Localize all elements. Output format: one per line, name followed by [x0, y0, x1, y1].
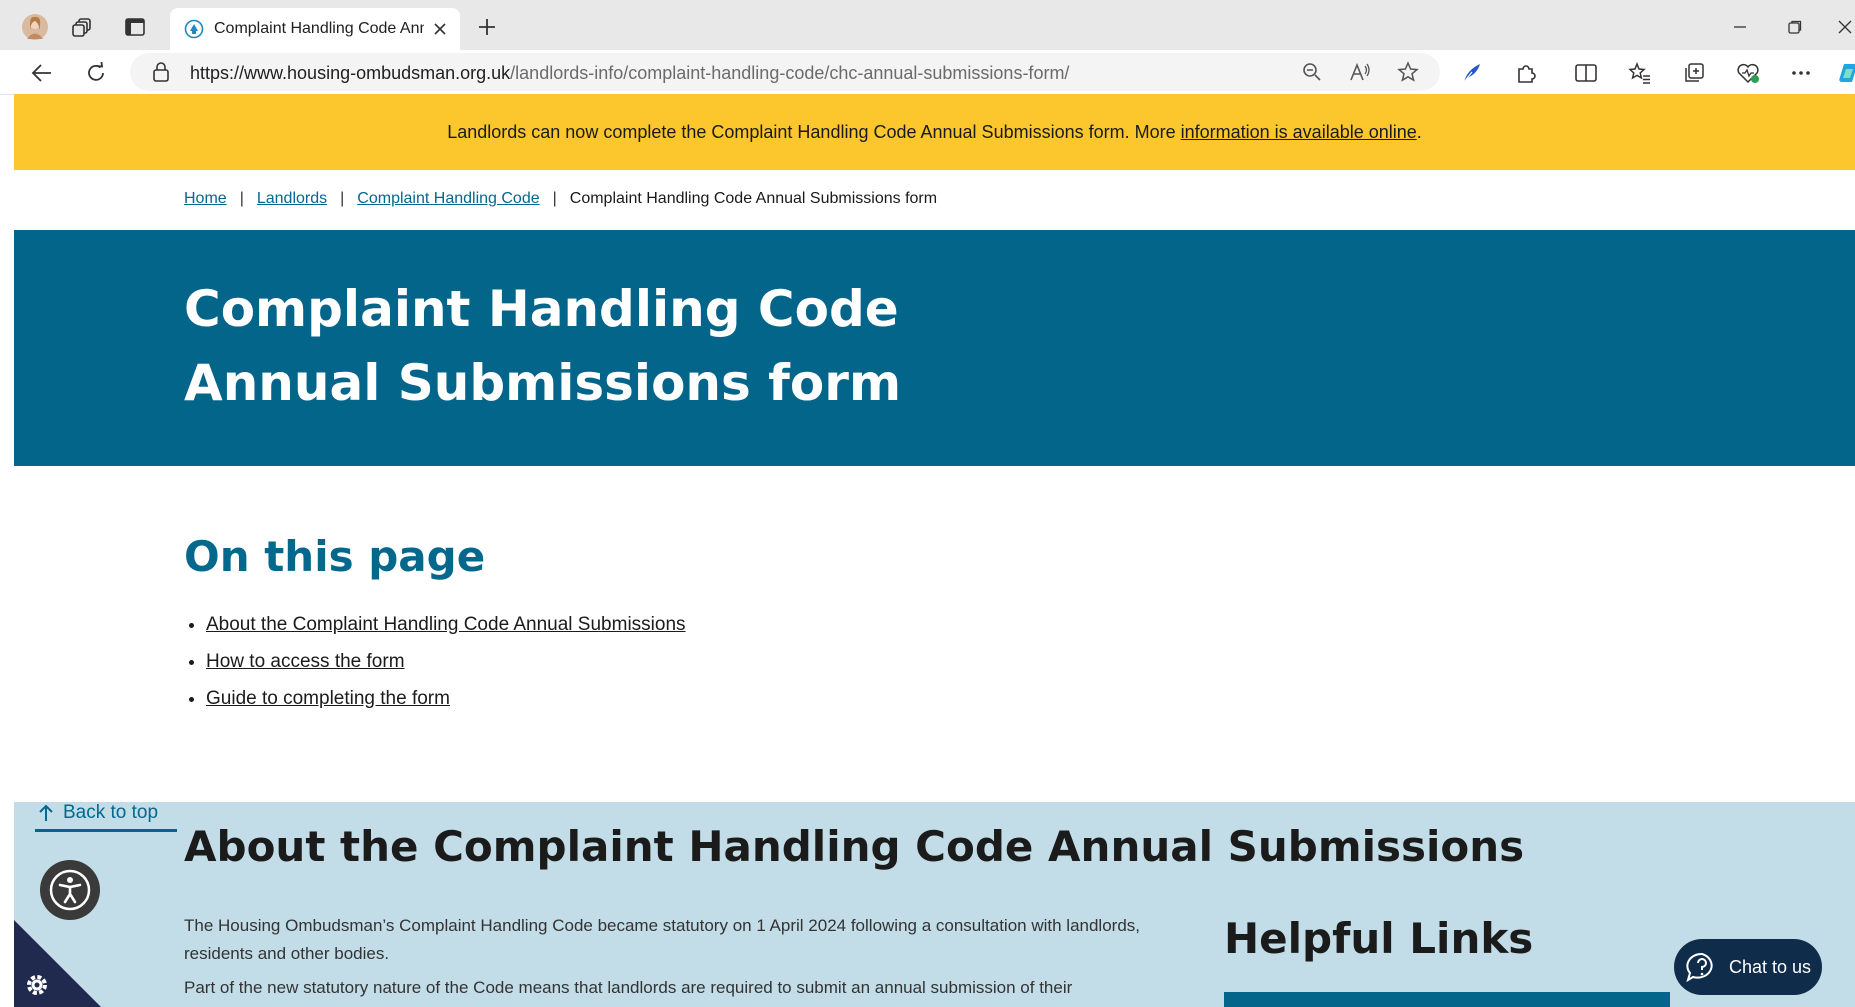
announcement-banner: Landlords can now complete the Complaint…	[14, 94, 1855, 170]
hero-banner: Complaint Handling Code Annual Submissio…	[14, 230, 1855, 466]
lock-icon[interactable]	[152, 62, 170, 82]
collections-icon[interactable]	[1676, 55, 1712, 91]
browser-essentials-icon[interactable]	[1730, 55, 1766, 91]
favorite-star-icon[interactable]	[1390, 54, 1426, 90]
helpful-links-heading: Helpful Links	[1224, 914, 1534, 963]
announcement-text: Landlords can now complete the Complaint…	[447, 121, 1181, 142]
back-arrow-icon[interactable]	[24, 55, 60, 91]
helpful-links-box[interactable]	[1224, 992, 1670, 1007]
vertical-tabs-icon[interactable]	[118, 10, 152, 44]
tab-title: Complaint Handling Code Annual Submissio…	[214, 20, 424, 37]
address-path: /landlords-info/complaint-handling-code/…	[510, 63, 1070, 83]
split-screen-icon[interactable]	[1568, 55, 1604, 91]
tab-close-icon[interactable]	[428, 17, 452, 41]
breadcrumb-separator: |	[239, 190, 244, 207]
announcement-suffix: .	[1416, 121, 1422, 142]
close-window-icon[interactable]	[1825, 10, 1855, 44]
breadcrumb-separator: |	[340, 190, 345, 207]
toc-item: Guide to completing the form	[206, 680, 686, 717]
address-url[interactable]: https://www.housing-ombudsman.org.uk/lan…	[190, 63, 1069, 84]
tab-active[interactable]: Complaint Handling Code Annual Submissio…	[170, 8, 460, 50]
page-title: Complaint Handling Code Annual Submissio…	[184, 280, 902, 412]
about-paragraph-2: Part of the new statutory nature of the …	[184, 978, 1073, 997]
toc-link-guide[interactable]: Guide to completing the form	[206, 688, 450, 709]
restore-icon[interactable]	[1775, 10, 1815, 44]
profile-avatar[interactable]	[18, 10, 52, 44]
refresh-icon[interactable]	[78, 55, 114, 91]
breadcrumb-home[interactable]: Home	[184, 190, 227, 207]
address-bar[interactable]: https://www.housing-ombudsman.org.uk/lan…	[130, 53, 1440, 91]
about-paragraph-1: The Housing Ombudsman’s Complaint Handli…	[184, 916, 1141, 963]
table-of-contents: About the Complaint Handling Code Annual…	[184, 606, 686, 717]
toc-link-access[interactable]: How to access the form	[206, 651, 405, 672]
zoom-out-icon[interactable]	[1294, 54, 1330, 90]
back-to-top-link[interactable]: Back to top	[35, 796, 177, 832]
more-icon[interactable]	[1783, 55, 1819, 91]
chat-help-icon	[1686, 952, 1713, 982]
gear-icon[interactable]	[24, 972, 50, 998]
arrow-up-icon	[39, 804, 53, 821]
chat-label: Chat to us	[1728, 956, 1812, 977]
address-host: https://www.housing-ombudsman.org.uk	[190, 63, 511, 83]
on-this-page-heading: On this page	[184, 532, 486, 581]
read-aloud-icon[interactable]	[1342, 54, 1378, 90]
breadcrumb: Home | Landlords | Complaint Handling Code | C…	[184, 190, 937, 208]
copilot-feather-icon[interactable]	[1454, 55, 1490, 91]
toc-item: How to access the form	[206, 643, 686, 680]
minimize-icon[interactable]	[1720, 10, 1760, 44]
breadcrumb-landlords[interactable]: Landlords	[257, 190, 327, 207]
accessibility-icon	[49, 869, 91, 911]
breadcrumb-complaint-handling-code[interactable]: Complaint Handling Code	[357, 190, 539, 207]
about-heading: About the Complaint Handling Code Annual…	[184, 822, 1525, 871]
workspaces-icon[interactable]	[66, 10, 100, 44]
toc-item: About the Complaint Handling Code Annual…	[206, 606, 686, 643]
breadcrumb-separator: |	[552, 190, 557, 207]
accessibility-button[interactable]	[40, 860, 100, 920]
announcement-link[interactable]: information is available online	[1181, 122, 1417, 142]
copilot-icon[interactable]	[1830, 55, 1855, 91]
breadcrumb-current: Complaint Handling Code Annual Submissio…	[569, 190, 938, 207]
web-page: Landlords can now complete the Complaint…	[14, 94, 1855, 1007]
browser-toolbar: https://www.housing-ombudsman.org.uk/lan…	[0, 50, 1855, 95]
extensions-icon[interactable]	[1508, 55, 1544, 91]
toc-link-about[interactable]: About the Complaint Handling Code Annual…	[206, 614, 686, 635]
about-section: About the Complaint Handling Code Annual…	[14, 802, 1855, 1007]
new-tab-icon[interactable]	[470, 10, 504, 44]
site-favicon-icon	[184, 19, 204, 39]
back-to-top-label: Back to top	[63, 801, 159, 823]
browser-tab-strip: Complaint Handling Code Annual Submissio…	[0, 0, 1855, 50]
favorites-icon[interactable]	[1622, 55, 1658, 91]
chat-button[interactable]: Chat to us	[1674, 939, 1822, 995]
